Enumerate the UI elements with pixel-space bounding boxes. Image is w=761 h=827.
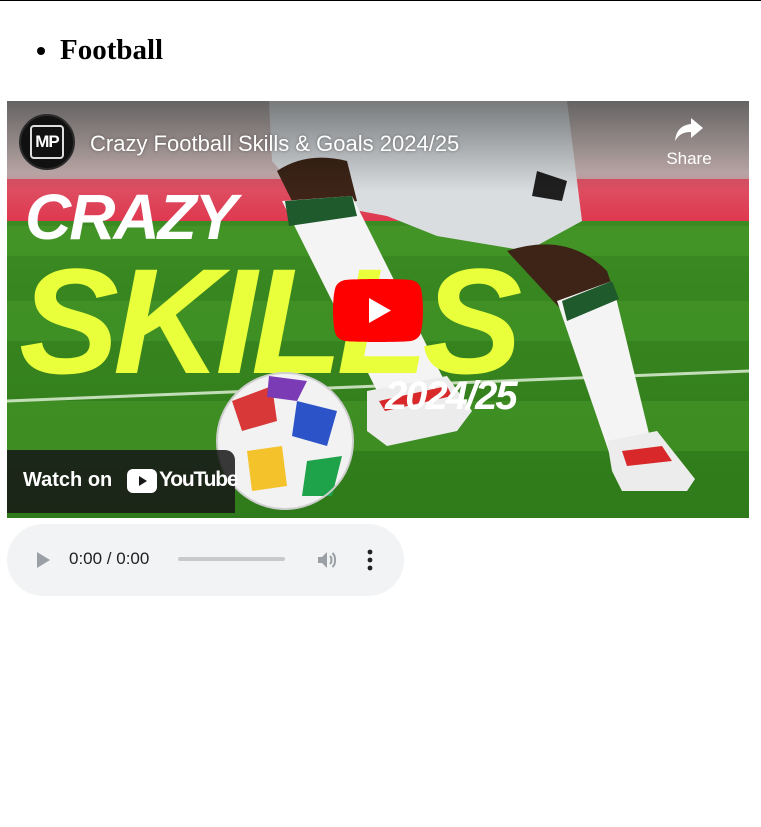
video-title[interactable]: Crazy Football Skills & Goals 2024/25 (90, 129, 459, 159)
top-rule (0, 0, 761, 1)
share-label: Share (666, 149, 712, 168)
share-icon (675, 118, 703, 141)
watch-on-label: Watch on (23, 469, 113, 491)
youtube-wordmark: YouTube (159, 468, 239, 491)
play-icon[interactable] (35, 551, 51, 569)
audio-time-display: 0:00 / 0:00 (69, 549, 150, 568)
thumbnail-text-season: 2024/25 (384, 374, 518, 418)
youtube-embed[interactable]: CRAZY SKILLS 2024/25 MP Crazy Football S… (7, 101, 749, 518)
topic-list: Football (0, 30, 163, 70)
audio-player[interactable]: 0:00 / 0:00 (7, 524, 404, 596)
youtube-logo-icon (127, 469, 157, 493)
list-item-football: Football (60, 30, 163, 70)
audio-progress-bar[interactable] (178, 557, 285, 561)
share-button[interactable]: Share (659, 117, 719, 183)
volume-icon[interactable] (316, 549, 338, 571)
football (216, 372, 354, 510)
play-button[interactable] (333, 279, 423, 342)
watch-on-youtube-button[interactable]: Watch on YouTube (7, 450, 239, 513)
channel-avatar[interactable]: MP (19, 114, 75, 170)
more-options-icon[interactable] (363, 548, 377, 572)
channel-badge: MP (30, 125, 64, 159)
